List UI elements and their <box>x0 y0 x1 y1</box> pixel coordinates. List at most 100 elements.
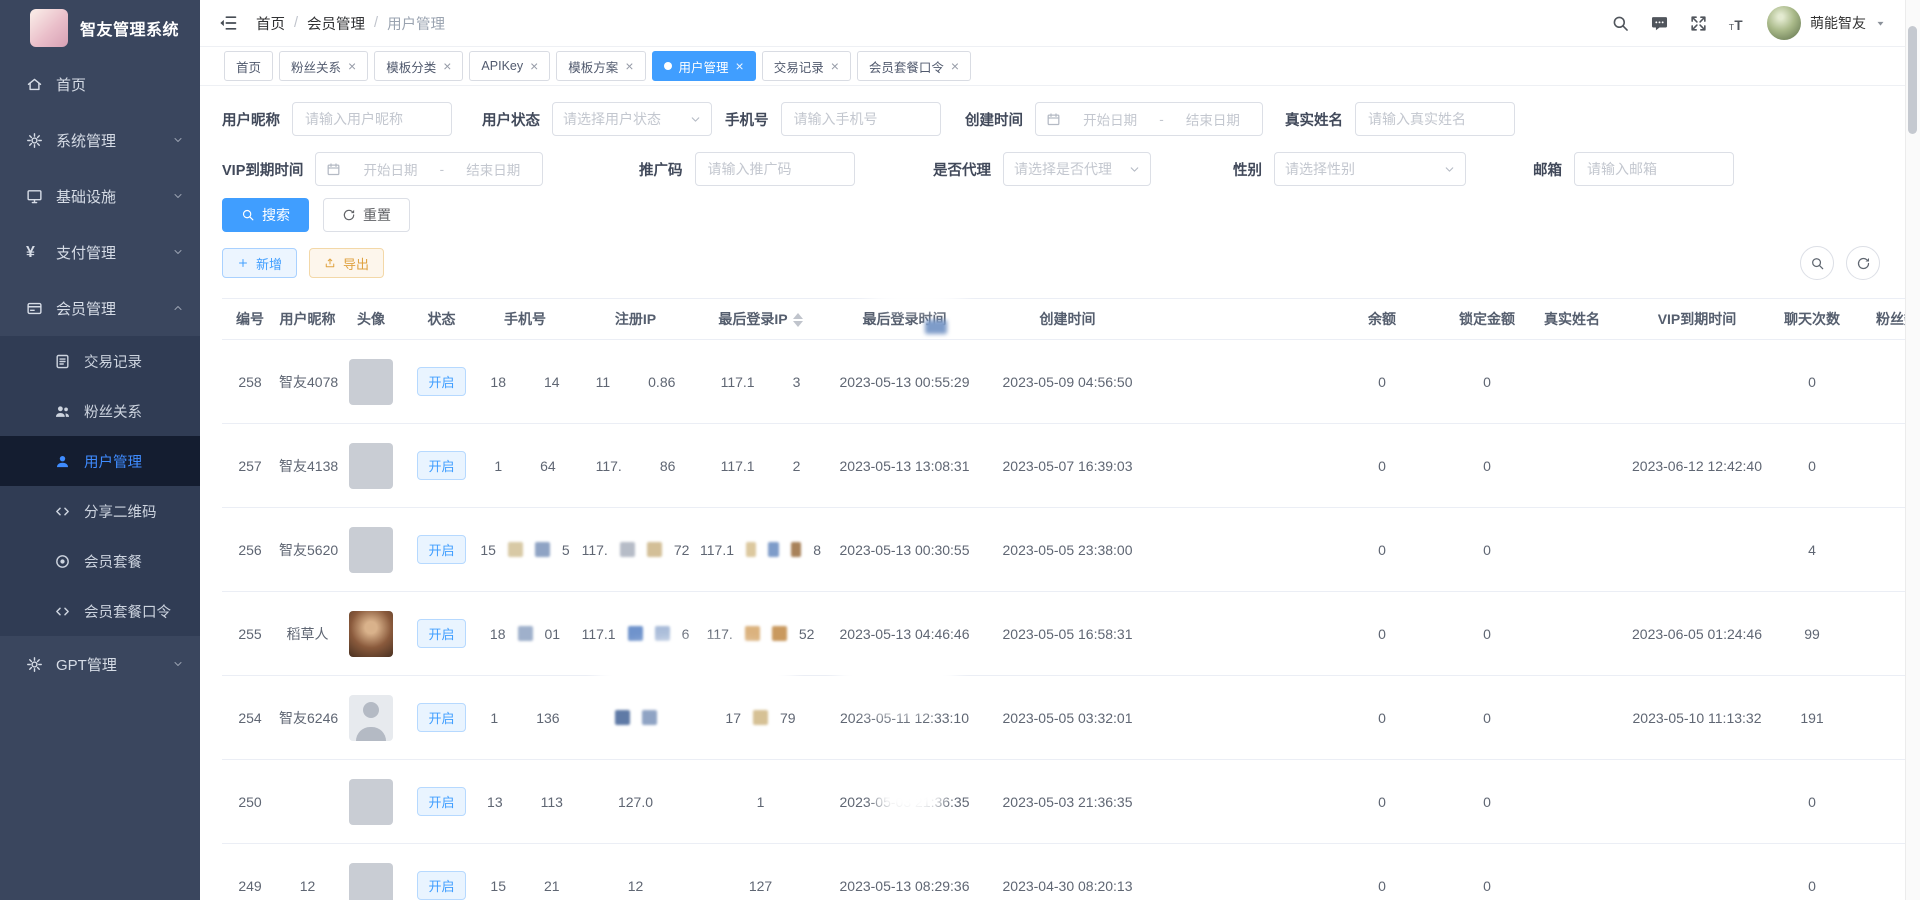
value-fragment: 113 <box>541 794 563 810</box>
phone-input[interactable] <box>792 110 930 128</box>
table-refresh-button[interactable] <box>1846 246 1880 280</box>
breadcrumb-item[interactable]: 首页 <box>256 13 285 34</box>
cell-text: 249 <box>238 878 261 894</box>
doc-icon <box>54 353 71 370</box>
cell-balance: 0 <box>1312 592 1452 676</box>
sidebar-item-member[interactable]: 会员管理 <box>0 280 200 336</box>
add-button[interactable]: 新增 <box>222 248 297 278</box>
cell-reg_ip: 127.0 <box>572 760 699 844</box>
sidebar-item-infra[interactable]: 基础设施 <box>0 168 200 224</box>
vip-expire-daterange[interactable]: 开始日期-结束日期 <box>315 152 543 186</box>
close-icon[interactable]: × <box>443 59 451 73</box>
sidebar-item-trade[interactable]: 交易记录 <box>0 336 200 386</box>
sidebar-item-system[interactable]: 系统管理 <box>0 112 200 168</box>
sidebar-item-label: 交易记录 <box>84 351 142 372</box>
status-select[interactable]: 请选择用户状态 <box>552 102 712 136</box>
cell-avatar <box>337 508 405 592</box>
promo-input[interactable] <box>706 160 844 178</box>
search-icon[interactable] <box>1611 14 1630 33</box>
value-fragment: 15 <box>490 878 506 894</box>
sidebar-item-package[interactable]: 会员套餐 <box>0 536 200 586</box>
close-icon[interactable]: × <box>831 59 839 73</box>
cell-text: 258 <box>238 374 261 390</box>
cell-id: 254 <box>222 676 278 760</box>
sidebar-item-label: 粉丝关系 <box>84 401 142 422</box>
sidebar-item-gpt[interactable]: GPT管理 <box>0 636 200 692</box>
agent-select[interactable]: 请选择是否代理 <box>1003 152 1151 186</box>
search-icon <box>1810 256 1825 271</box>
censor-mosaic <box>753 710 768 725</box>
message-icon[interactable] <box>1650 14 1669 33</box>
value-fragment: 18 <box>490 626 506 642</box>
cell-created: 2023-05-07 16:39:03 <box>987 424 1312 508</box>
email-input-box <box>1574 152 1734 186</box>
search-button[interactable]: 搜索 <box>222 198 309 232</box>
cell-balance: 0 <box>1312 424 1452 508</box>
email-input[interactable] <box>1585 160 1723 178</box>
menu-fold-icon[interactable] <box>218 13 238 33</box>
cell-status: 开启 <box>405 424 478 508</box>
censored-value: 117.72 <box>573 542 698 558</box>
cell-text: 0 <box>1483 710 1491 726</box>
refresh-icon <box>342 208 356 222</box>
censor-mosaic <box>620 542 635 557</box>
sidebar-item-share-qr[interactable]: 分享二维码 <box>0 486 200 536</box>
value-fragment: 18 <box>490 374 506 390</box>
tab-template-plan[interactable]: 模板方案× <box>556 51 645 81</box>
tab-trade[interactable]: 交易记录× <box>762 51 851 81</box>
created-daterange[interactable]: 开始日期-结束日期 <box>1035 102 1263 136</box>
close-icon[interactable]: × <box>951 59 959 73</box>
cell-text: 0 <box>1808 878 1816 894</box>
fullscreen-icon[interactable] <box>1689 14 1708 33</box>
breadcrumb-item: 用户管理 <box>387 13 445 34</box>
tab-label: APIKey <box>481 59 523 73</box>
realname-input[interactable] <box>1366 110 1504 128</box>
tab-fans[interactable]: 粉丝关系× <box>279 51 368 81</box>
close-icon[interactable]: × <box>625 59 633 73</box>
cell-login_ip: 1 <box>699 760 822 844</box>
cell-reg_ip: 117.86 <box>572 424 699 508</box>
value-fragment: 12 <box>628 878 644 894</box>
value-fragment: 117. <box>596 458 622 474</box>
tab-apikey[interactable]: APIKey × <box>469 51 550 81</box>
column-label: VIP到期时间 <box>1658 311 1737 327</box>
cell-created: 2023-05-09 04:56:50 <box>987 340 1312 424</box>
sidebar-item-fans[interactable]: 粉丝关系 <box>0 386 200 436</box>
sidebar-item-payment[interactable]: ¥支付管理 <box>0 224 200 280</box>
close-icon[interactable]: × <box>348 59 356 73</box>
sidebar-item-package-code[interactable]: 会员套餐口令 <box>0 586 200 636</box>
select-placeholder: 请选择性别 <box>1285 159 1355 179</box>
font-size-icon[interactable]: TT <box>1728 14 1747 33</box>
tab-package-code[interactable]: 会员套餐口令× <box>857 51 971 81</box>
censor-mosaic <box>647 542 662 557</box>
cell-phone: 155 <box>478 508 572 592</box>
nickname-input-box <box>292 102 452 136</box>
select-placeholder: 请选择用户状态 <box>563 109 661 129</box>
cell-nickname: 稻草人 <box>278 592 337 676</box>
close-icon[interactable]: × <box>530 59 538 73</box>
breadcrumb-item[interactable]: 会员管理 <box>307 13 365 34</box>
table-search-button[interactable] <box>1800 246 1834 280</box>
user-menu[interactable]: 萌能智友 <box>1767 6 1886 40</box>
export-button[interactable]: 导出 <box>309 248 384 278</box>
gender-select[interactable]: 请选择性别 <box>1274 152 1466 186</box>
censor-mosaic <box>655 626 670 641</box>
tab-home[interactable]: 首页 <box>224 51 273 81</box>
tab-template-category[interactable]: 模板分类× <box>374 51 463 81</box>
value-fragment: 01 <box>545 626 561 642</box>
reset-button[interactable]: 重置 <box>323 198 410 232</box>
value-fragment: 5 <box>562 542 570 558</box>
censor-mosaic <box>642 710 657 725</box>
close-icon[interactable]: × <box>736 59 744 73</box>
filter-field-promo: 推广码 <box>639 152 933 186</box>
sidebar-item-label: 首页 <box>56 74 86 95</box>
tab-users[interactable]: 用户管理× <box>652 51 756 81</box>
sidebar-item-users[interactable]: 用户管理 <box>0 436 200 486</box>
nickname-input[interactable] <box>303 110 441 128</box>
column-label: 最后登录时间 <box>863 311 947 327</box>
scrollbar-thumb[interactable] <box>1908 26 1917 134</box>
sort-caret[interactable] <box>793 313 803 327</box>
page-scrollbar[interactable] <box>1905 0 1920 900</box>
sidebar-item-home[interactable]: 首页 <box>0 56 200 112</box>
cell-real_name <box>1522 508 1622 592</box>
